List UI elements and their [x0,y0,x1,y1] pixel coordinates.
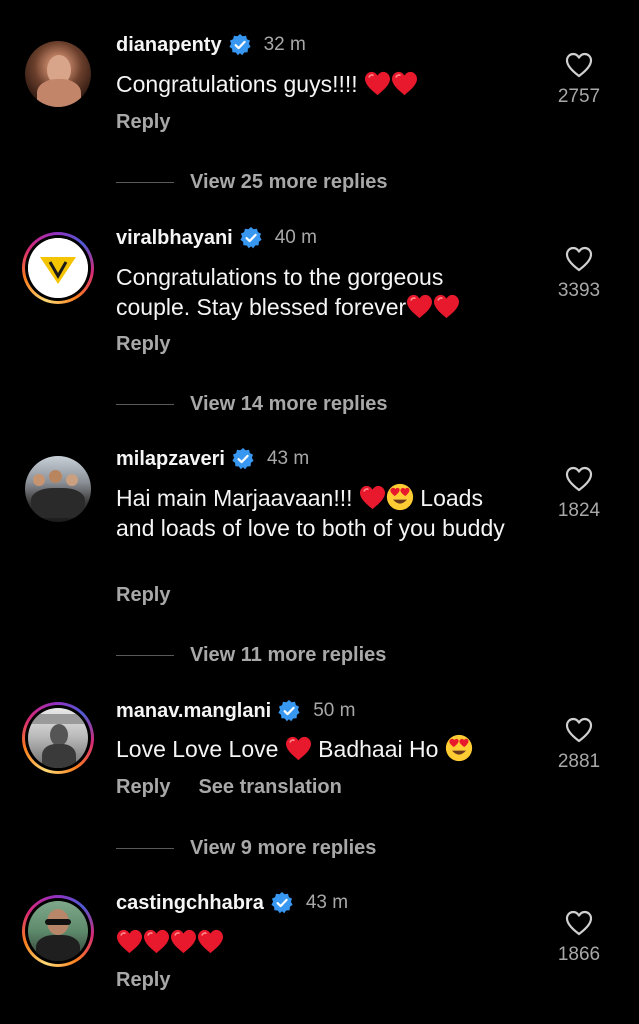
comment-item: manav.manglani 50 m Love Love Love Badha… [0,692,639,812]
view-replies-label: View 11 more replies [190,644,387,666]
comment-text: Hai main Marjaavaan!!! Loads and loads o… [116,483,516,543]
comment-text: Congratulations to the gorgeous couple. … [116,262,496,322]
view-more-replies-button[interactable]: View 11 more replies [116,644,386,667]
username[interactable]: castingchhabra [116,892,264,915]
like-heart-icon[interactable] [565,717,593,743]
username[interactable]: manav.manglani [116,700,271,723]
reply-button[interactable]: Reply [116,584,170,607]
like-count: 2757 [557,86,601,107]
avatar[interactable] [22,453,94,525]
view-replies-label: View 25 more replies [190,171,388,193]
reply-button[interactable]: Reply [116,111,170,134]
brand-logo-icon [28,238,88,298]
username[interactable]: milapzaveri [116,448,225,471]
view-more-replies-button[interactable]: View 25 more replies [116,171,388,194]
red-heart-emoji-icon [433,294,460,319]
see-translation-button[interactable]: See translation [198,776,341,799]
verified-badge-icon [277,699,301,723]
reply-button[interactable]: Reply [116,969,170,992]
red-heart-emoji-icon [391,71,418,96]
comment-text: Congratulations guys!!!! [116,69,526,99]
replies-divider-line [116,404,174,405]
view-replies-label: View 14 more replies [190,393,388,415]
comment-item: viralbhayani 40 m Congratulations to the… [0,220,639,370]
comment-text-body: Congratulations guys!!!! [116,71,365,97]
like-count: 2881 [557,751,601,772]
like-heart-icon[interactable] [565,52,593,78]
red-heart-emoji-icon [170,929,197,954]
comment-time: 50 m [313,700,356,721]
like-heart-icon[interactable] [565,466,593,492]
comment-time: 43 m [266,448,310,469]
view-more-replies-button[interactable]: View 14 more replies [116,393,388,416]
comment-item: dianapenty 32 m Congratulations guys!!!!… [0,0,639,150]
red-heart-emoji-icon [364,71,391,96]
verified-badge-icon [239,226,263,250]
like-heart-icon[interactable] [565,910,593,936]
avatar[interactable] [22,895,94,967]
verified-badge-icon [231,447,255,471]
red-heart-emoji-icon [116,929,143,954]
heart-eyes-emoji-icon [386,483,414,511]
avatar[interactable] [22,232,94,304]
view-replies-label: View 9 more replies [190,837,377,859]
comment-text-body: Love Love Love [116,736,285,762]
comment-text-body: Hai main Marjaavaan!!! [116,485,359,511]
comment-text: Love Love Love Badhaai Ho [116,734,526,764]
replies-divider-line [116,655,174,656]
verified-badge-icon [270,891,294,915]
comment-time: 32 m [263,34,306,55]
comment-item: milapzaveri 43 m Hai main Marjaavaan!!! … [0,440,639,630]
like-count: 1824 [557,500,601,521]
replies-divider-line [116,182,174,183]
username[interactable]: dianapenty [116,34,222,57]
like-count: 1866 [557,944,601,965]
red-heart-emoji-icon [143,929,170,954]
reply-button[interactable]: Reply [116,776,170,799]
red-heart-emoji-icon [406,294,433,319]
comment-time: 43 m [305,892,349,913]
comment-time: 40 m [274,227,317,248]
replies-divider-line [116,848,174,849]
like-count: 3393 [557,280,601,301]
comment-text [116,927,526,957]
username[interactable]: viralbhayani [116,227,233,250]
comment-text-body: Congratulations to the gorgeous couple. … [116,264,450,320]
red-heart-emoji-icon [197,929,224,954]
red-heart-emoji-icon [285,736,312,761]
view-more-replies-button[interactable]: View 9 more replies [116,837,376,860]
comment-text-continued: Badhaai Ho [311,736,445,762]
red-heart-emoji-icon [359,485,386,510]
comment-item: castingchhabra 43 m Reply 1866 [0,885,639,1005]
reply-button[interactable]: Reply [116,333,170,356]
avatar[interactable] [22,702,94,774]
verified-badge-icon [228,33,252,57]
like-heart-icon[interactable] [565,246,593,272]
avatar[interactable] [22,38,94,110]
heart-eyes-emoji-icon [445,734,473,762]
